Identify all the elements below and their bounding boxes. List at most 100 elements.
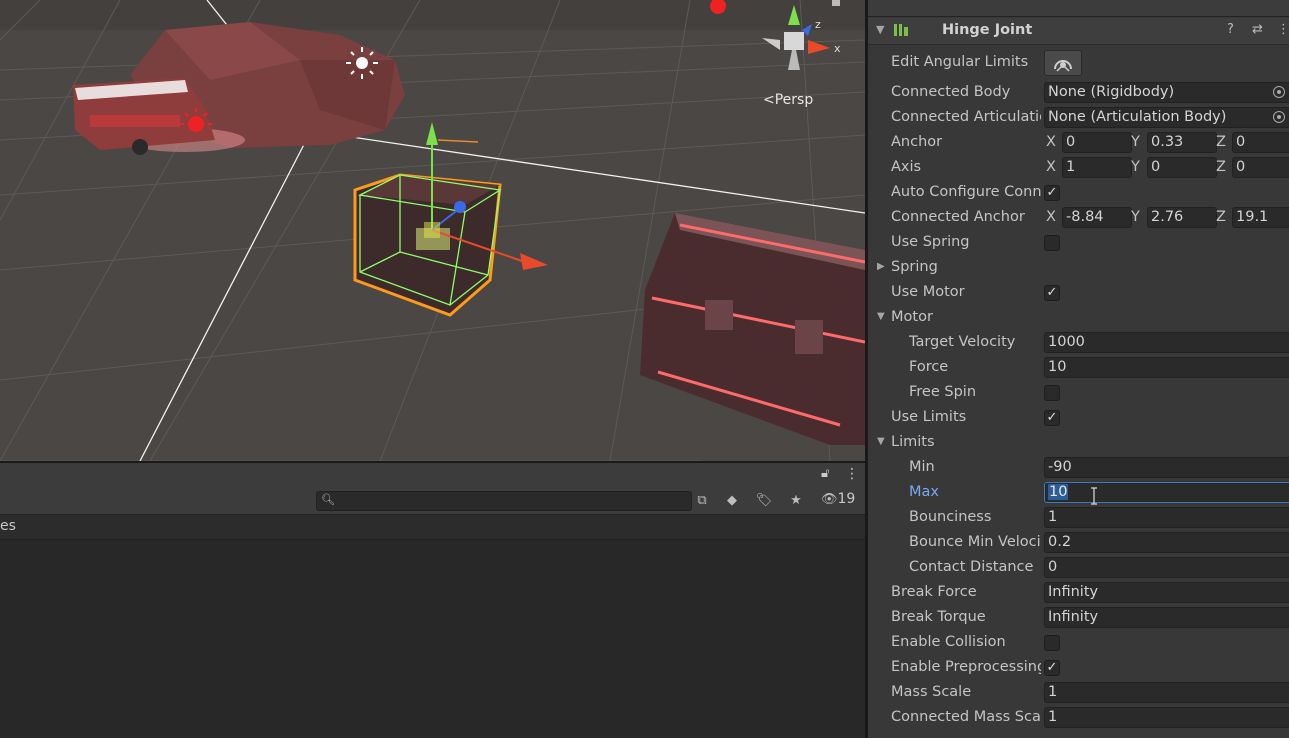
anchor-z-value: 0	[1236, 134, 1246, 150]
foldout-collapsed-icon[interactable]: ▶	[877, 261, 885, 272]
connected-articulation-field[interactable]: None (Articulation Body)	[1044, 107, 1289, 128]
scene-viewport[interactable]: z x	[0, 0, 865, 461]
component-header[interactable]: ▼ Hinge Joint ? ⇄ ⋮	[868, 18, 1289, 45]
axis-z-label[interactable]: Z	[1216, 134, 1226, 150]
lock-icon[interactable]: 🔓︎	[821, 466, 829, 481]
max-field[interactable]: 10	[1044, 482, 1289, 503]
anchor-y-field[interactable]: 0.33	[1147, 132, 1217, 153]
motor-label[interactable]: Motor	[891, 309, 1041, 325]
connected-body-field[interactable]: None (Rigidbody)	[1044, 82, 1289, 103]
connected-mass-scale-field[interactable]: 1	[1044, 707, 1289, 728]
anchor-x-value: 0	[1066, 134, 1076, 150]
force-field[interactable]: 10	[1044, 357, 1289, 378]
axis-y-label[interactable]: Y	[1131, 159, 1140, 175]
contact-distance-field[interactable]: 0	[1044, 557, 1289, 578]
connected-anchor-y-field[interactable]: 2.76	[1147, 207, 1217, 228]
anchor-x-field[interactable]: 0	[1062, 132, 1132, 153]
connected-anchor-x-field[interactable]: -8.84	[1062, 207, 1132, 228]
use-spring-checkbox[interactable]	[1044, 235, 1060, 251]
axis-y-label[interactable]: Y	[1131, 209, 1140, 225]
axis-z-label[interactable]: Z	[1216, 209, 1226, 225]
enable-collision-checkbox[interactable]	[1044, 635, 1060, 651]
connected-articulation-label: Connected Articulation Body	[891, 109, 1041, 125]
filter-type-icon[interactable]: ◆	[722, 492, 742, 510]
spring-label[interactable]: Spring	[891, 259, 1041, 275]
mass-scale-label: Mass Scale	[891, 684, 972, 700]
axis-y-field[interactable]: 0	[1147, 157, 1217, 178]
row-max: Max 10	[868, 481, 1289, 506]
min-label: Min	[909, 459, 935, 475]
hidden-packages-toggle[interactable]: 👁︎19	[821, 491, 855, 507]
break-torque-label: Break Torque	[891, 609, 986, 625]
axis-y-label[interactable]: Y	[1131, 134, 1140, 150]
connected-anchor-z-field[interactable]: 19.1	[1232, 207, 1289, 228]
axis-z-field[interactable]: 0	[1232, 157, 1289, 178]
panel-toolbar: 🔍︎ ⧉ ◆ 🏷︎ ★	[0, 488, 865, 515]
row-axis: Axis X1 Y0 Z0	[868, 156, 1289, 181]
axis-x-label[interactable]: X	[1046, 209, 1056, 225]
row-limits[interactable]: ▼ Limits	[868, 431, 1289, 456]
break-torque-field[interactable]: Infinity	[1044, 607, 1289, 628]
use-motor-checkbox[interactable]: ✓	[1044, 285, 1060, 301]
target-velocity-field[interactable]: 1000	[1044, 332, 1289, 353]
favorite-star-icon[interactable]: ★	[786, 492, 806, 510]
free-spin-checkbox[interactable]	[1044, 385, 1060, 401]
component-menu-icon[interactable]: ⋮	[1277, 22, 1289, 37]
search-input[interactable]	[335, 492, 675, 510]
search-icon: 🔍︎	[321, 493, 335, 506]
row-motor[interactable]: ▼ Motor	[868, 306, 1289, 331]
search-field[interactable]: 🔍︎	[316, 491, 692, 511]
bounce-min-velocity-field[interactable]: 0.2	[1044, 532, 1289, 553]
label-tag-icon[interactable]: 🏷︎	[754, 492, 774, 510]
limits-label[interactable]: Limits	[891, 434, 1041, 450]
axis-z-value: 0	[1236, 159, 1246, 175]
break-force-field[interactable]: Infinity	[1044, 582, 1289, 603]
row-use-motor: Use Motor ✓	[868, 281, 1289, 306]
object-picker-icon[interactable]	[1273, 86, 1285, 98]
panel-tabbar: 🔓︎ ⋮	[0, 461, 865, 489]
axis-x-label[interactable]: X	[1046, 134, 1056, 150]
connected-anchor-label: Connected Anchor	[891, 209, 1025, 225]
target-velocity-value: 1000	[1048, 334, 1085, 350]
row-contact-distance: Contact Distance 0	[868, 556, 1289, 581]
force-label: Force	[909, 359, 949, 375]
connected-anchor-z-value: 19.1	[1236, 209, 1269, 225]
component-foldout-icon[interactable]: ▼	[876, 23, 884, 36]
row-min: Min -90	[868, 456, 1289, 481]
row-free-spin: Free Spin	[868, 381, 1289, 406]
use-spring-label: Use Spring	[891, 234, 970, 250]
help-icon[interactable]: ?	[1227, 22, 1234, 37]
connected-mass-scale-label: Connected Mass Scale	[891, 709, 1041, 725]
row-anchor: Anchor X0 Y 0.33 Z0	[868, 131, 1289, 156]
enable-preprocessing-checkbox[interactable]: ✓	[1044, 660, 1060, 676]
min-field[interactable]: -90	[1044, 457, 1289, 478]
inspector-top-strip	[868, 0, 1289, 17]
more-menu-icon[interactable]: ⋮	[845, 466, 859, 482]
svg-text:x: x	[834, 42, 841, 55]
row-enable-preprocessing: Enable Preprocessing ✓	[868, 656, 1289, 681]
view-mode-label[interactable]: <Persp	[763, 92, 813, 108]
mass-scale-field[interactable]: 1	[1044, 682, 1289, 703]
row-bounciness: Bounciness 1	[868, 506, 1289, 531]
mass-scale-value: 1	[1048, 684, 1058, 700]
check-icon: ✓	[1046, 660, 1058, 675]
axis-z-label[interactable]: Z	[1216, 159, 1226, 175]
foldout-expanded-icon[interactable]: ▼	[877, 311, 885, 322]
break-force-value: Infinity	[1048, 584, 1099, 600]
bounciness-field[interactable]: 1	[1044, 507, 1289, 528]
axis-y-value: 0	[1151, 159, 1161, 175]
scene-view[interactable]: z x <Persp	[0, 0, 865, 461]
foldout-expanded-icon[interactable]: ▼	[877, 436, 885, 447]
row-spring[interactable]: ▶ Spring	[868, 256, 1289, 281]
presets-icon[interactable]: ⇄	[1252, 22, 1263, 37]
svg-text:z: z	[815, 18, 821, 31]
edit-angular-limits-button[interactable]	[1044, 50, 1082, 76]
use-limits-checkbox[interactable]: ✓	[1044, 410, 1060, 426]
axis-x-label[interactable]: X	[1046, 159, 1056, 175]
object-picker-icon[interactable]	[1273, 111, 1285, 123]
auto-configure-checkbox[interactable]: ✓	[1044, 185, 1060, 201]
axis-x-field[interactable]: 1	[1062, 157, 1132, 178]
anchor-z-field[interactable]: 0	[1232, 132, 1289, 153]
search-options-icon[interactable]: ⧉	[692, 492, 712, 510]
axis-label: Axis	[891, 159, 922, 175]
